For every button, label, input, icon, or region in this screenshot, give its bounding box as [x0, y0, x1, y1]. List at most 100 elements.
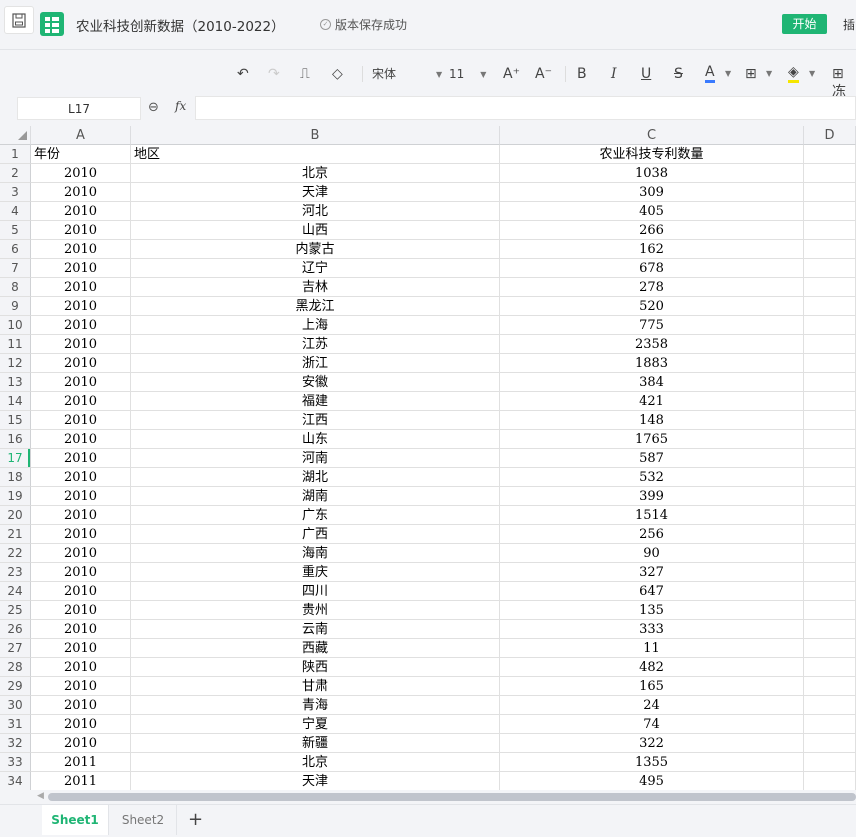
cell-year[interactable]: 2010: [31, 525, 131, 544]
cell-region[interactable]: 宁夏: [131, 715, 500, 734]
column-header-b[interactable]: B: [131, 126, 500, 145]
increase-font-icon[interactable]: A⁺: [503, 65, 520, 83]
italic-button[interactable]: I: [611, 65, 617, 83]
column-header-d[interactable]: D: [804, 126, 856, 145]
row-number[interactable]: 24: [0, 582, 31, 601]
document-title[interactable]: 农业科技创新数据（2010-2022）: [76, 15, 285, 35]
row-number[interactable]: 27: [0, 639, 31, 658]
cell-patent-count[interactable]: 532: [500, 468, 804, 487]
cell-region[interactable]: 安徽: [131, 373, 500, 392]
save-button[interactable]: [4, 6, 34, 34]
cell-region[interactable]: 江苏: [131, 335, 500, 354]
cell-patent-count[interactable]: 24: [500, 696, 804, 715]
cell-empty[interactable]: [804, 183, 856, 202]
tab-start[interactable]: 开始: [782, 14, 827, 34]
cell-region[interactable]: 广东: [131, 506, 500, 525]
cell-region[interactable]: 河北: [131, 202, 500, 221]
row-number[interactable]: 31: [0, 715, 31, 734]
cell-year[interactable]: 2010: [31, 620, 131, 639]
cell-patent-count[interactable]: 322: [500, 734, 804, 753]
row-number[interactable]: 15: [0, 411, 31, 430]
cell-year[interactable]: 2010: [31, 715, 131, 734]
cell-empty[interactable]: [804, 677, 856, 696]
cell-region[interactable]: 贵州: [131, 601, 500, 620]
cell-region[interactable]: 海南: [131, 544, 500, 563]
column-header-a[interactable]: A: [31, 126, 131, 145]
cell-patent-count[interactable]: 农业科技专利数量: [500, 145, 804, 164]
row-number[interactable]: 26: [0, 620, 31, 639]
cell-patent-count[interactable]: 135: [500, 601, 804, 620]
cell-year[interactable]: 2010: [31, 278, 131, 297]
cell-empty[interactable]: [804, 715, 856, 734]
row-number[interactable]: 1: [0, 145, 31, 164]
chevron-down-icon[interactable]: ▼: [809, 65, 815, 83]
cell-region[interactable]: 江西: [131, 411, 500, 430]
cell-year[interactable]: 2010: [31, 411, 131, 430]
cell-year[interactable]: 2010: [31, 601, 131, 620]
row-number[interactable]: 2: [0, 164, 31, 183]
cell-region[interactable]: 山西: [131, 221, 500, 240]
cell-year[interactable]: 2010: [31, 430, 131, 449]
cell-patent-count[interactable]: 266: [500, 221, 804, 240]
cell-year[interactable]: 2010: [31, 582, 131, 601]
bold-button[interactable]: B: [577, 65, 587, 83]
cell-region[interactable]: 甘肃: [131, 677, 500, 696]
cell-empty[interactable]: [804, 316, 856, 335]
cell-empty[interactable]: [804, 392, 856, 411]
row-number[interactable]: 28: [0, 658, 31, 677]
zoom-search-icon[interactable]: ⊖: [148, 100, 159, 115]
cell-patent-count[interactable]: 482: [500, 658, 804, 677]
font-family-select[interactable]: 宋体 ▼: [372, 65, 442, 84]
clear-format-icon[interactable]: ◇: [332, 65, 343, 83]
row-number[interactable]: 30: [0, 696, 31, 715]
cell-patent-count[interactable]: 405: [500, 202, 804, 221]
cell-year[interactable]: 2010: [31, 506, 131, 525]
cell-region[interactable]: 青海: [131, 696, 500, 715]
select-all-corner[interactable]: [0, 126, 31, 145]
cell-patent-count[interactable]: 11: [500, 639, 804, 658]
cell-empty[interactable]: [804, 354, 856, 373]
cell-empty[interactable]: [804, 468, 856, 487]
cell-name-box[interactable]: L17: [17, 97, 141, 120]
cell-patent-count[interactable]: 1514: [500, 506, 804, 525]
cell-empty[interactable]: [804, 658, 856, 677]
cell-year[interactable]: 2010: [31, 183, 131, 202]
row-number[interactable]: 22: [0, 544, 31, 563]
cell-year[interactable]: 2010: [31, 164, 131, 183]
cell-patent-count[interactable]: 327: [500, 563, 804, 582]
cell-empty[interactable]: [804, 240, 856, 259]
row-number[interactable]: 9: [0, 297, 31, 316]
cell-empty[interactable]: [804, 620, 856, 639]
chevron-down-icon[interactable]: ▼: [725, 65, 731, 83]
cell-empty[interactable]: [804, 772, 856, 790]
cell-year[interactable]: 2010: [31, 354, 131, 373]
decrease-font-icon[interactable]: A⁻: [535, 65, 552, 83]
add-sheet-button[interactable]: +: [188, 809, 203, 830]
cell-region[interactable]: 西藏: [131, 639, 500, 658]
cell-patent-count[interactable]: 1883: [500, 354, 804, 373]
horizontal-scrollbar[interactable]: ◀: [0, 790, 856, 804]
cell-year[interactable]: 2010: [31, 373, 131, 392]
cell-region[interactable]: 湖北: [131, 468, 500, 487]
cell-patent-count[interactable]: 399: [500, 487, 804, 506]
cell-region[interactable]: 山东: [131, 430, 500, 449]
font-color-button[interactable]: A: [705, 65, 715, 83]
row-number[interactable]: 23: [0, 563, 31, 582]
fill-color-icon[interactable]: ◈: [788, 65, 799, 83]
cell-patent-count[interactable]: 90: [500, 544, 804, 563]
cell-year[interactable]: 2010: [31, 202, 131, 221]
row-number[interactable]: 14: [0, 392, 31, 411]
cell-year[interactable]: 2010: [31, 297, 131, 316]
borders-icon[interactable]: ⊞: [745, 65, 757, 83]
cell-empty[interactable]: [804, 601, 856, 620]
row-number[interactable]: 12: [0, 354, 31, 373]
cell-year[interactable]: 2011: [31, 772, 131, 790]
undo-icon[interactable]: ↶: [237, 65, 249, 83]
cell-region[interactable]: 地区: [131, 145, 500, 164]
cell-region[interactable]: 云南: [131, 620, 500, 639]
cell-region[interactable]: 浙江: [131, 354, 500, 373]
cell-patent-count[interactable]: 256: [500, 525, 804, 544]
cell-empty[interactable]: [804, 544, 856, 563]
cell-year[interactable]: 2010: [31, 468, 131, 487]
row-number[interactable]: 34: [0, 772, 31, 790]
